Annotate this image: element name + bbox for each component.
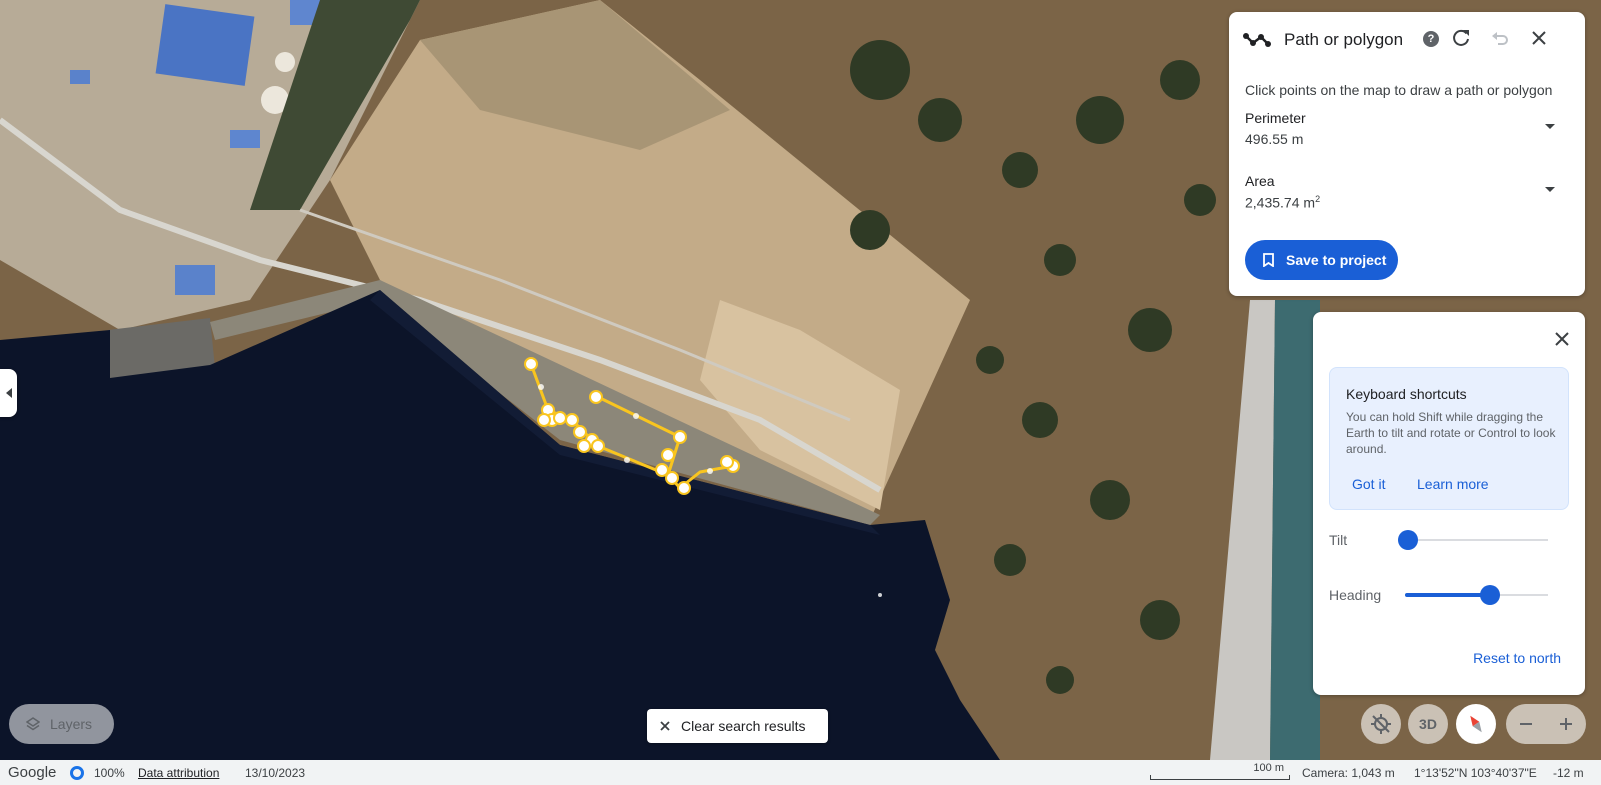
imagery-date: 13/10/2023: [245, 766, 306, 780]
loading-indicator-icon: [70, 766, 84, 780]
scale-line: [1150, 775, 1290, 780]
status-bar: Google 100% Data attribution 13/10/2023 …: [0, 760, 1601, 785]
caret-down-icon[interactable]: [1545, 187, 1555, 192]
bookmark-icon: [1263, 253, 1274, 267]
tilt-label: Tilt: [1329, 532, 1348, 548]
camera-altitude: Camera: 1,043 m: [1302, 766, 1395, 780]
perimeter-label: Perimeter: [1245, 110, 1306, 126]
tilt-track: [1398, 539, 1548, 541]
measure-panel-title: Path or polygon: [1284, 30, 1404, 49]
measure-panel: Path or polygon ? Click points on the ma…: [1229, 12, 1585, 296]
data-attribution-link[interactable]: Data attribution: [138, 766, 219, 780]
compass-button[interactable]: [1456, 704, 1496, 744]
heading-fill: [1405, 593, 1490, 597]
area-label: Area: [1245, 173, 1275, 189]
location-off-icon: [1371, 714, 1391, 734]
keyboard-shortcuts-card: Keyboard shortcuts You can hold Shift wh…: [1329, 367, 1569, 510]
perimeter-row[interactable]: Perimeter 496.55 m: [1245, 110, 1565, 158]
scale-label: 100 m: [1253, 762, 1284, 774]
cursor-elevation: -12 m: [1553, 766, 1584, 780]
zoom-controls: [1506, 704, 1586, 744]
my-location-button[interactable]: [1361, 704, 1401, 744]
measure-panel-header: Path or polygon ?: [1229, 12, 1585, 68]
caret-down-icon[interactable]: [1545, 124, 1555, 129]
compass-icon: [1470, 715, 1482, 733]
sidebar-toggle[interactable]: [0, 369, 17, 417]
area-unit-exponent: 2: [1315, 194, 1321, 204]
close-icon[interactable]: [1553, 330, 1571, 348]
loading-percent: 100%: [94, 766, 125, 780]
clear-search-results-label: Clear search results: [681, 718, 806, 734]
reset-to-north-button[interactable]: Reset to north: [1473, 650, 1561, 666]
help-icon[interactable]: ?: [1423, 31, 1439, 47]
toggle-3d-button[interactable]: 3D: [1408, 704, 1448, 744]
undo-icon[interactable]: [1489, 27, 1511, 49]
tilt-thumb[interactable]: [1398, 530, 1418, 550]
tilt-slider[interactable]: [1398, 530, 1548, 550]
close-icon[interactable]: [1528, 27, 1550, 49]
plus-icon: [1560, 718, 1572, 730]
shortcuts-body: You can hold Shift while dragging the Ea…: [1346, 410, 1556, 456]
heading-thumb[interactable]: [1480, 585, 1500, 605]
area-value-line: 2,435.74 m2: [1245, 194, 1565, 211]
minus-icon: [1520, 723, 1532, 725]
layers-icon: [26, 717, 40, 731]
got-it-button[interactable]: Got it: [1352, 476, 1385, 492]
layers-label: Layers: [50, 716, 93, 732]
perimeter-value: 496.55 m: [1245, 131, 1304, 147]
zoom-in-button[interactable]: [1546, 704, 1586, 744]
google-logo: Google: [8, 764, 57, 781]
measure-instruction: Click points on the map to draw a path o…: [1245, 82, 1553, 98]
save-to-project-button[interactable]: Save to project: [1245, 240, 1398, 280]
heading-label: Heading: [1329, 587, 1382, 603]
zoom-out-button[interactable]: [1506, 704, 1546, 744]
area-row[interactable]: Area 2,435.74 m2: [1245, 173, 1565, 221]
navigation-panel: Keyboard shortcuts You can hold Shift wh…: [1313, 312, 1585, 695]
close-icon: [660, 721, 670, 731]
path-icon: [1243, 33, 1271, 47]
scale-bar: 100 m: [1150, 762, 1290, 782]
heading-slider[interactable]: [1405, 585, 1548, 605]
layers-button[interactable]: Layers: [9, 704, 114, 744]
cursor-coordinates: 1°13'52"N 103°40'37"E: [1414, 766, 1537, 780]
save-to-project-label: Save to project: [1286, 252, 1387, 268]
refresh-icon[interactable]: [1450, 27, 1472, 49]
learn-more-link[interactable]: Learn more: [1417, 476, 1489, 492]
chevron-left-icon: [5, 388, 12, 398]
area-value: 2,435.74 m: [1245, 194, 1316, 211]
clear-search-results-button[interactable]: Clear search results: [647, 709, 828, 743]
shortcuts-title: Keyboard shortcuts: [1346, 386, 1467, 402]
